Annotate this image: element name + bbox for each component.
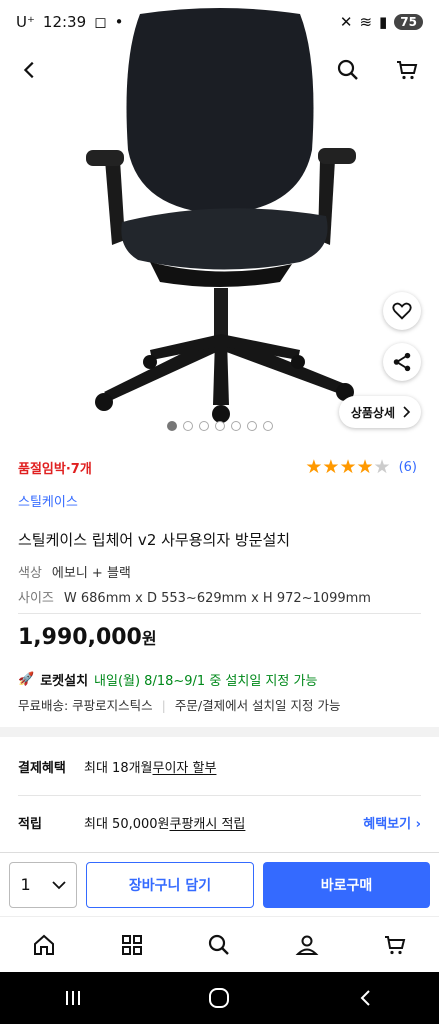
user-icon	[295, 935, 319, 955]
pagination-dot[interactable]	[166, 421, 177, 431]
shipping-info: 무료배송: 쿠팡로지스틱스 | 주문/결제에서 설치일 지정 가능	[18, 695, 421, 714]
cart-button[interactable]	[389, 52, 425, 88]
product-image-gallery[interactable]: 상품상세	[0, 0, 439, 446]
separator: |	[161, 698, 166, 713]
back-button[interactable]	[12, 52, 48, 88]
rocket-label: 로켓설치	[40, 674, 89, 689]
rocket-date: 내일(월) 8/18~9/1 중 설치일 지정 가능	[94, 674, 318, 689]
search-icon	[209, 934, 230, 955]
price-unit: 원	[141, 629, 157, 648]
star-icon: ★	[373, 456, 391, 478]
size-value: W 686mm x D 553~629mm x H 972~1099mm	[63, 591, 371, 606]
rating-stars: ★★★★★	[305, 458, 390, 477]
shipping-note: 주문/결제에서 설치일 지정 가능	[174, 698, 341, 713]
system-navigation-bar	[0, 972, 439, 1024]
brand-link[interactable]: 스틸케이스	[18, 491, 421, 510]
pagination-dot[interactable]	[246, 421, 257, 431]
buy-now-button[interactable]: 바로구매	[263, 861, 430, 908]
divider	[18, 795, 421, 796]
star-icon: ★	[305, 456, 323, 478]
quantity-value: 1	[20, 875, 31, 894]
category-grid-icon	[121, 934, 142, 955]
star-icon: ★	[339, 456, 357, 478]
more-benefits-label: 혜택보기	[363, 817, 412, 832]
points-benefit[interactable]: 적립 최대 50,000원 쿠팡캐시 적립 혜택보기 ›	[18, 813, 421, 832]
product-detail-label: 상품상세	[350, 405, 395, 420]
section-separator	[0, 727, 439, 737]
search-icon	[337, 59, 358, 80]
size-key: 사이즈	[18, 591, 54, 606]
color-spec: 색상 에보니 + 블랙	[18, 562, 421, 581]
payment-benefit-label: 결제혜택	[18, 761, 66, 776]
notification-icon: ◻	[94, 13, 107, 31]
rating[interactable]: ★★★★★ (6)	[305, 458, 417, 477]
cart-icon	[397, 61, 418, 80]
carrier-label: U⁺	[16, 13, 35, 31]
status-bar: U⁺ 12:39 ◻ • ✕ ≋ ▮ 75	[0, 0, 439, 44]
cart-icon	[385, 935, 406, 954]
color-key: 색상	[18, 566, 42, 581]
pagination-dot[interactable]	[198, 421, 209, 431]
clock: 12:39	[42, 13, 87, 31]
home-icon	[33, 934, 54, 955]
star-icon: ★	[322, 456, 340, 478]
chevron-right-icon	[403, 406, 411, 418]
price-value: 1,990,000	[18, 625, 142, 650]
heart-icon	[392, 302, 412, 320]
quantity-select[interactable]: 1	[9, 861, 77, 908]
notification-icon-2: •	[114, 13, 124, 31]
coupang-cash-link[interactable]: 쿠팡캐시 적립	[170, 813, 246, 832]
bottom-navigation	[0, 916, 439, 972]
rocket-install-info: 🚀 로켓설치 내일(월) 8/18~9/1 중 설치일 지정 가능	[18, 670, 421, 689]
nav-my-page[interactable]	[287, 925, 327, 965]
home-circle-icon[interactable]	[208, 987, 230, 1009]
points-benefit-text: 최대 50,000원	[84, 817, 170, 832]
purchase-bar: 1 장바구니 담기 바로구매	[0, 852, 439, 916]
pagination-dot[interactable]	[214, 421, 225, 431]
pagination-dot[interactable]	[230, 421, 241, 431]
rocket-icon: 🚀	[18, 672, 35, 687]
review-count: (6)	[398, 460, 417, 475]
recent-apps-icon[interactable]	[63, 988, 83, 1008]
signal-icon: ▮	[379, 13, 388, 31]
search-button[interactable]	[330, 52, 366, 88]
share-icon	[393, 352, 411, 372]
system-back-icon[interactable]	[356, 988, 376, 1008]
price: 1,990,000원	[18, 625, 421, 650]
nav-home[interactable]	[24, 925, 64, 965]
divider	[18, 613, 421, 614]
nav-cart[interactable]	[375, 925, 415, 965]
chevron-left-icon	[23, 61, 34, 79]
more-benefits-link[interactable]: 혜택보기 ›	[363, 813, 421, 832]
payment-benefit[interactable]: 결제혜택 최대 18개월 무이자 할부	[18, 757, 421, 776]
star-icon: ★	[356, 456, 374, 478]
image-pagination[interactable]	[0, 421, 439, 431]
wifi-icon: ≋	[359, 13, 373, 31]
points-benefit-label: 적립	[18, 817, 42, 832]
product-image	[86, 8, 356, 423]
nav-search[interactable]	[199, 925, 239, 965]
share-button[interactable]	[383, 343, 421, 381]
mute-icon: ✕	[339, 13, 353, 31]
color-value: 에보니 + 블랙	[51, 566, 131, 581]
chevron-down-icon	[51, 880, 66, 889]
free-shipping: 무료배송: 쿠팡로지스틱스	[18, 698, 153, 713]
battery-badge: 75	[394, 14, 423, 30]
installment-link[interactable]: 무이자 할부	[153, 757, 217, 776]
size-spec: 사이즈 W 686mm x D 553~629mm x H 972~1099mm	[18, 587, 421, 606]
pagination-dot[interactable]	[262, 421, 273, 431]
add-to-cart-button[interactable]: 장바구니 담기	[86, 861, 254, 908]
wishlist-button[interactable]	[383, 292, 421, 330]
product-title: 스틸케이스 립체어 v2 사무용의자 방문설치	[18, 531, 291, 549]
nav-category[interactable]	[112, 925, 152, 965]
payment-benefit-text: 최대 18개월	[84, 761, 153, 776]
pagination-dot[interactable]	[182, 421, 193, 431]
